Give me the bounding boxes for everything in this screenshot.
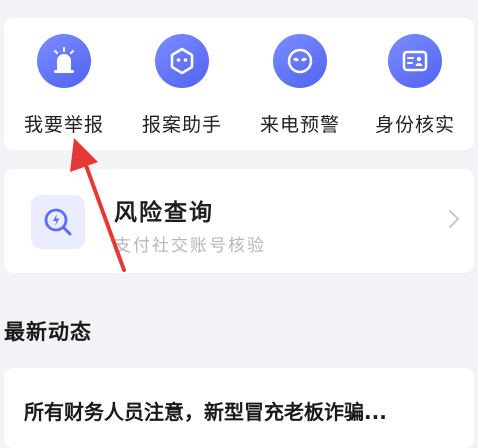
risk-query-card[interactable]: 风险查询 支付社交账号核验: [4, 169, 474, 273]
identity-verify-button[interactable]: 身份核实: [356, 18, 474, 150]
report-button[interactable]: 我要举报: [5, 18, 123, 150]
identity-verify-label: 身份核实: [374, 114, 455, 136]
news-item-title: 所有财务人员注意，新型冒充老板诈骗...: [24, 400, 387, 424]
id-card-icon: [388, 34, 442, 88]
case-assistant-button[interactable]: 报案助手: [123, 18, 241, 150]
chevron-right-icon: [448, 209, 460, 233]
call-warning-label: 来电预警: [259, 114, 340, 136]
risk-query-title: 风险查询: [114, 200, 214, 226]
quick-actions-card: 我要举报 报案助手 来电预警 身份核实: [4, 18, 474, 150]
call-warning-button[interactable]: 来电预警: [241, 18, 359, 150]
robot-helper-icon: [155, 34, 209, 88]
case-assistant-label: 报案助手: [141, 114, 222, 136]
mask-warning-icon: [273, 34, 327, 88]
news-card[interactable]: 所有财务人员注意，新型冒充老板诈骗...: [4, 368, 474, 448]
section-title-latest-news: 最新动态: [4, 320, 92, 344]
risk-query-subtitle: 支付社交账号核验: [114, 236, 266, 256]
search-lightning-icon: [31, 195, 85, 249]
alarm-siren-icon: [37, 34, 91, 88]
report-label: 我要举报: [23, 114, 104, 136]
